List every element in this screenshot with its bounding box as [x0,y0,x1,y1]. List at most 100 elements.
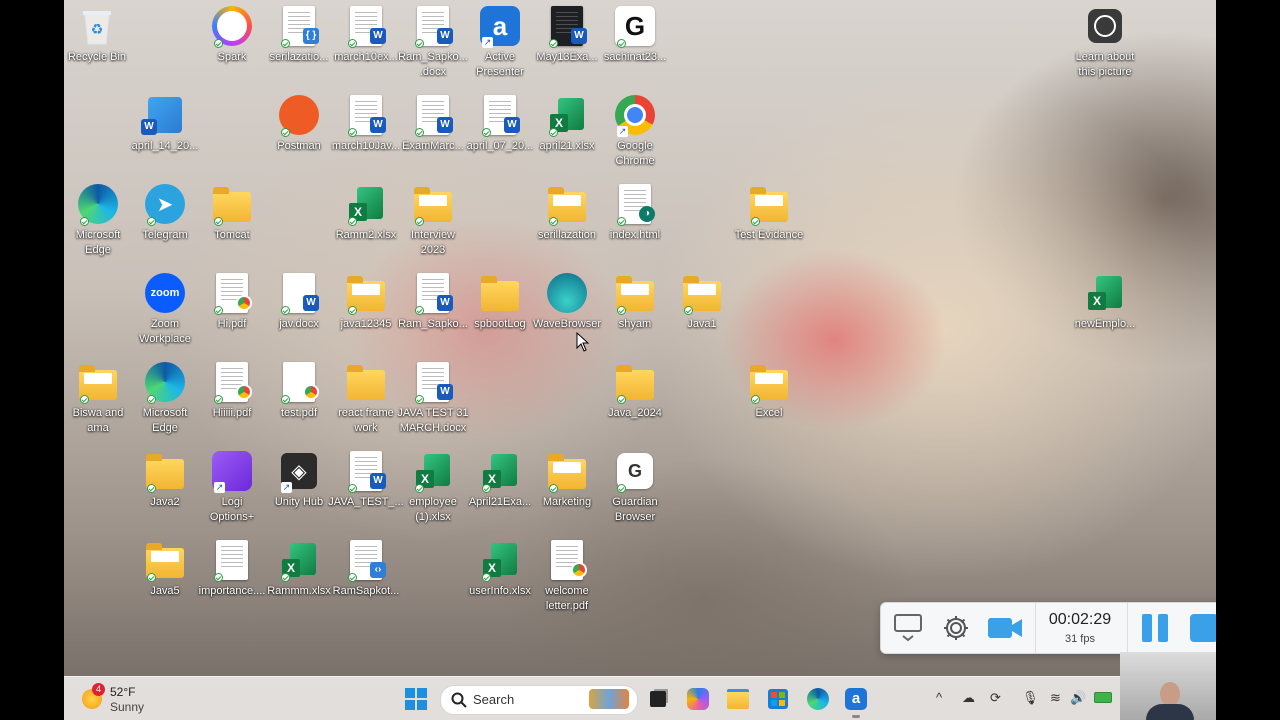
folder-icon[interactable]: Java_2024 [601,360,669,421]
app-glyph: ➤ [145,182,185,226]
settings-button[interactable] [939,611,973,645]
folder-icon[interactable]: serillazation [533,182,601,243]
icon-label: april_14_20... [131,140,199,152]
document-glyph: ‹› [346,538,386,582]
weather-widget[interactable]: 4 52°F Sunny [82,683,162,715]
recycle-bin-icon[interactable]: ♻ Recycle Bin [64,4,131,65]
wifi-icon[interactable]: ≋ [1050,690,1061,706]
file-icon[interactable]: W april_07_20... [466,93,534,154]
active-presenter-taskbar-button[interactable]: a [842,685,870,713]
microsoft-store-button[interactable] [764,685,792,713]
folder-icon[interactable]: java12345 [332,271,400,332]
file-icon[interactable]: W May13Exa... [533,4,601,65]
file-icon[interactable]: X Ramm2.xlsx [332,182,400,243]
file-icon[interactable]: test.pdf [265,360,333,421]
file-icon[interactable]: X newEmplo... [1071,271,1139,332]
webcam-preview [1120,652,1216,720]
document-glyph: W [547,4,587,48]
folder-icon[interactable]: Marketing [533,449,601,510]
file-icon[interactable]: Hiiiii.pdf [198,360,266,421]
capture-area-button[interactable] [891,611,925,645]
volume-icon[interactable]: 🔊 [1070,690,1086,706]
file-icon[interactable]: W jav.docx [265,271,333,332]
file-icon[interactable]: W ExamMarc... [399,93,467,154]
active-presenter-icon[interactable]: a ↗ Active Presenter [466,4,534,80]
file-icon[interactable]: W march10ex... [332,4,400,65]
file-explorer-button[interactable] [724,685,752,713]
file-icon[interactable]: welcome letter.pdf [533,538,601,614]
folder-icon[interactable]: Java5 [131,538,199,599]
wave-browser-logo [547,273,587,313]
folder-glyph [682,271,722,315]
folder-icon[interactable]: Tomcat [198,182,266,243]
file-icon[interactable]: ◑ index.html [601,182,669,243]
file-icon[interactable]: importance.... [198,538,266,599]
zoom-workplace-icon[interactable]: zoom Zoom Workplace [131,271,199,347]
document-glyph: ◑ [615,182,655,226]
icon-label: Interview 2023 [410,229,456,256]
sync-check-icon [617,484,626,493]
file-icon[interactable]: W april_14_20... [131,93,199,154]
spark-icon[interactable]: Spark [198,4,266,65]
file-icon[interactable]: W JAVA TEST 31 MARCH.docx [397,360,469,436]
folder-icon[interactable]: Java1 [668,271,736,332]
file-icon[interactable]: X employee (1).xlsx [399,449,467,525]
file-icon[interactable]: X april21.xlsx [533,93,601,154]
pdf-document-icon [551,540,587,580]
folder-icon[interactable]: Interview 2023 [399,182,467,258]
file-icon[interactable]: W Ram_Sapko... .docx [398,4,468,80]
telegram-icon[interactable]: ➤ Telegram [131,182,199,243]
sync-check-icon [80,395,89,404]
google-chrome-icon[interactable]: ↗ Google Chrome [601,93,669,169]
postman-icon[interactable]: Postman [265,93,333,154]
file-icon[interactable]: W JAVA_TEST_... [328,449,404,510]
sync-check-icon [549,128,558,137]
file-icon[interactable]: X Rammm.xlsx [265,538,333,599]
app-glyph: ↗ [615,93,655,137]
folder-icon[interactable]: spbootLog [466,271,534,332]
show-hidden-icons-button[interactable]: ^ [936,690,942,705]
microsoft-edge-icon[interactable]: Microsoft Edge [64,182,132,258]
taskbar-search-box[interactable]: Search [440,685,638,715]
stop-button[interactable] [1185,611,1216,645]
file-icon[interactable]: G sachinat23... [601,4,669,65]
webcam-button[interactable] [985,611,1025,645]
start-button[interactable] [402,685,430,713]
folder-icon[interactable]: Biswa and ama [64,360,132,436]
learn-about-picture-icon[interactable]: Learn about this picture [1071,4,1139,80]
unity-hub-icon[interactable]: ◈ ↗ Unity Hub [265,449,333,510]
wave-browser-icon[interactable]: WaveBrowser [533,271,601,332]
file-icon[interactable]: Hi.pdf [198,271,266,332]
file-icon[interactable]: { } serilazatio... [265,4,333,65]
folder-icon[interactable]: Excel [735,360,803,421]
folder-icon [727,689,749,709]
folder-icon[interactable]: shyam [601,271,669,332]
microphone-icon[interactable]: 🎙 [1022,690,1039,706]
app-glyph: ↗ [212,449,252,493]
task-view-button[interactable] [644,685,672,713]
onedrive-sync-icon[interactable]: ☁ [962,690,975,706]
recycle-bin-glyph: ♻ [77,4,117,48]
sync-check-icon [147,217,156,226]
file-icon[interactable]: ‹› RamSapkot... [332,538,400,599]
folder-icon[interactable]: react frame work [332,360,400,436]
file-icon[interactable]: W march10Jav... [332,93,400,154]
sync-icon[interactable]: ⟳ [990,690,1001,706]
sync-check-icon [348,484,357,493]
copilot-button[interactable] [684,685,712,713]
folder-icon[interactable]: Java2 [131,449,199,510]
file-icon[interactable]: W Ram_Sapko... [398,271,468,332]
excel-file-icon: X [416,454,450,488]
task-view-icon [650,691,666,707]
battery-icon[interactable] [1094,692,1112,703]
folder-icon[interactable]: Test Evidance [735,182,803,243]
pause-button[interactable] [1135,611,1175,645]
guardian-browser-icon[interactable]: G Guardian Browser [601,449,669,525]
logi-options-icon[interactable]: ↗ Logi Options+ [198,449,266,525]
microsoft-edge-icon[interactable]: Microsoft Edge [131,360,199,436]
app-glyph: zoom [145,271,185,315]
edge-taskbar-button[interactable] [804,685,832,713]
file-icon[interactable]: X April21Exa... [466,449,534,510]
app-glyph [279,93,319,137]
file-icon[interactable]: X userInfo.xlsx [466,538,534,599]
